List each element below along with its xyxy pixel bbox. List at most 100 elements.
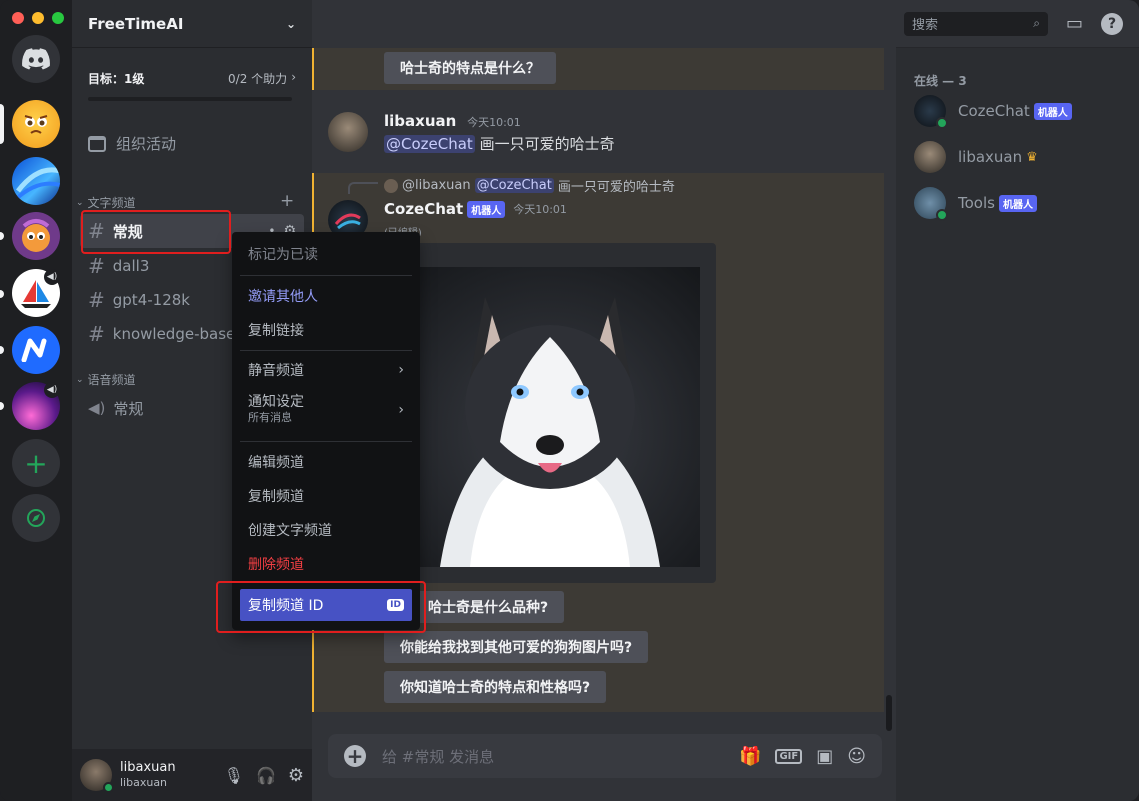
scrollbar[interactable] <box>886 695 892 731</box>
user-mention[interactable]: @CozeChat <box>384 135 475 153</box>
husky-image[interactable] <box>400 267 700 567</box>
menu-item-delete-channel[interactable]: 删除频道 <box>240 548 412 580</box>
inbox-icon[interactable]: ▭ <box>1066 13 1083 34</box>
goal-label: 目标：1级 <box>88 72 145 86</box>
member-item[interactable]: CozeChat 机器人 <box>914 91 1072 131</box>
sticker-icon[interactable]: ▣ <box>816 746 833 767</box>
channel-name: gpt4-128k <box>112 291 190 309</box>
bot-badge: 机器人 <box>467 200 506 218</box>
close-window-button[interactable] <box>12 12 24 24</box>
events-label: 组织活动 <box>116 135 177 153</box>
suggestion-button[interactable]: 哈士奇的特点是什么？ <box>384 52 556 84</box>
avatar <box>914 187 948 221</box>
online-status-dot <box>103 782 114 793</box>
active-server-indicator <box>0 104 4 144</box>
server-header[interactable]: FreeTimeAI ⌄ <box>72 0 312 48</box>
bot-badge: 机器人 <box>998 194 1037 212</box>
reply-author: @libaxuan <box>402 178 471 193</box>
events-link[interactable]: 组织活动 <box>88 133 176 154</box>
message-header: CozeChat 机器人 今天10:01 <box>384 200 567 218</box>
menu-item-notifications[interactable]: 通知设定 所有消息 › <box>240 390 412 430</box>
server-emoji-icon[interactable] <box>12 100 60 148</box>
message-text: 画一只可爱的哈士奇 <box>479 135 615 153</box>
message-timestamp: 今天10:01 <box>513 203 567 216</box>
avatar[interactable] <box>328 112 368 152</box>
menu-item-duplicate-channel[interactable]: 复制频道 <box>240 480 412 512</box>
menu-separator <box>240 275 412 276</box>
avatar <box>384 178 398 193</box>
message-header: libaxuan 今天10:01 <box>384 112 521 130</box>
server-boost-goal[interactable]: 目标：1级 0/2 个助力 › <box>88 70 296 87</box>
explore-servers-icon[interactable] <box>12 494 60 542</box>
menu-item-sublabel: 所有消息 <box>248 411 292 424</box>
user-panel: libaxuan libaxuan 🎙 🎧 ⚙ <box>72 749 312 801</box>
menu-item-invite[interactable]: 邀请其他人 <box>240 280 412 312</box>
channel-context-menu: 标记为已读 邀请其他人 复制链接 静音频道 › 通知设定 所有消息 › 编辑频道… <box>232 232 420 630</box>
unread-indicator <box>0 290 4 298</box>
menu-item-label: 静音频道 <box>248 363 304 379</box>
menu-item-mute[interactable]: 静音频道 › <box>240 354 412 386</box>
reply-text: 画一只可爱的哈士奇 <box>557 180 675 195</box>
member-list-header: 在线 — 3 <box>914 74 967 88</box>
message-author[interactable]: CozeChat <box>384 200 463 218</box>
member-item[interactable]: libaxuan ♛ <box>914 137 1038 177</box>
avatar[interactable] <box>80 759 114 793</box>
discord-window: ◀) ◀) + FreeTimeAI ⌄ 目标：1级 0/2 个助力 › 组织活… <box>0 0 1139 801</box>
chevron-down-icon: ⌄ <box>285 16 296 31</box>
add-server-icon[interactable]: + <box>12 439 60 487</box>
maximize-window-button[interactable] <box>52 12 64 24</box>
search-input[interactable]: 搜索 ⌕ <box>903 11 1048 36</box>
menu-separator <box>240 350 412 351</box>
reply-preview[interactable]: @libaxuan @CozeChat 画一只可爱的哈士奇 <box>384 176 675 195</box>
unread-indicator <box>0 402 4 410</box>
message-author[interactable]: libaxuan <box>384 112 456 130</box>
category-text-channels[interactable]: ⌄ 文字频道 <box>76 194 136 211</box>
help-icon[interactable]: ? <box>1101 12 1123 35</box>
online-status-dot <box>936 209 948 221</box>
add-attachment-icon[interactable]: + <box>344 744 366 768</box>
voice-active-icon: ◀) <box>44 382 60 398</box>
server-windows-icon[interactable] <box>12 157 60 205</box>
create-channel-icon[interactable]: + <box>280 191 294 211</box>
channel-name: 常规 <box>113 399 144 418</box>
unread-indicator <box>0 346 4 354</box>
menu-separator <box>240 441 412 442</box>
minimize-window-button[interactable] <box>32 12 44 24</box>
message-timestamp: 今天10:01 <box>467 116 521 129</box>
goal-progress-bar <box>88 97 292 101</box>
menu-item-create-text-channel[interactable]: 创建文字频道 <box>240 514 412 546</box>
goal-progress: 0/2 个助力 <box>228 72 288 86</box>
suggestion-button[interactable]: 你能给我找到其他可爱的狗狗图片吗? <box>384 631 649 663</box>
chevron-right-icon: › <box>291 70 296 84</box>
suggestion-button[interactable]: 你知道哈士奇的特点和性格吗? <box>384 671 607 703</box>
voice-active-icon: ◀) <box>44 269 60 285</box>
chevron-right-icon: › <box>398 362 404 378</box>
suggestion-button[interactable]: 哈士奇是什么品种? <box>412 591 565 623</box>
message-content: @CozeChat 画一只可爱的哈士奇 <box>384 133 615 154</box>
chevron-down-icon: ⌄ <box>76 374 84 385</box>
member-item[interactable]: Tools 机器人 <box>914 183 1037 223</box>
emoji-icon[interactable]: ☺ <box>847 746 866 767</box>
input-placeholder: 给 #常规 发消息 <box>382 747 495 766</box>
member-list: 在线 — 3 CozeChat 机器人 libaxuan ♛ Tools 机器人 <box>896 48 1139 801</box>
online-status-dot <box>936 117 948 129</box>
server-n-logo-icon[interactable] <box>12 326 60 374</box>
discord-home-icon[interactable] <box>12 35 60 83</box>
menu-item-copy-link[interactable]: 复制链接 <box>240 314 412 346</box>
menu-item-edit-channel[interactable]: 编辑频道 <box>240 446 412 478</box>
settings-gear-icon[interactable]: ⚙ <box>288 765 304 786</box>
category-voice-channels[interactable]: ⌄ 语音频道 <box>76 371 136 388</box>
member-name: libaxuan <box>958 148 1023 166</box>
menu-item-mark-read[interactable]: 标记为已读 <box>240 238 412 270</box>
hashtag-icon: # <box>88 288 105 312</box>
message-input[interactable]: + 给 #常规 发消息 🎁 GIF ▣ ☺ <box>328 734 882 778</box>
user-info[interactable]: libaxuan libaxuan <box>120 760 176 790</box>
headphones-icon[interactable]: 🎧 <box>256 766 276 785</box>
locked-hashtag-icon: # <box>88 322 105 346</box>
microphone-icon[interactable]: 🎙 <box>224 766 244 785</box>
bot-badge: 机器人 <box>1033 102 1072 120</box>
menu-item-label: 通知设定 <box>248 394 304 410</box>
gift-icon[interactable]: 🎁 <box>739 746 761 767</box>
gif-icon[interactable]: GIF <box>775 748 803 764</box>
server-cartoon-icon[interactable] <box>12 212 60 260</box>
